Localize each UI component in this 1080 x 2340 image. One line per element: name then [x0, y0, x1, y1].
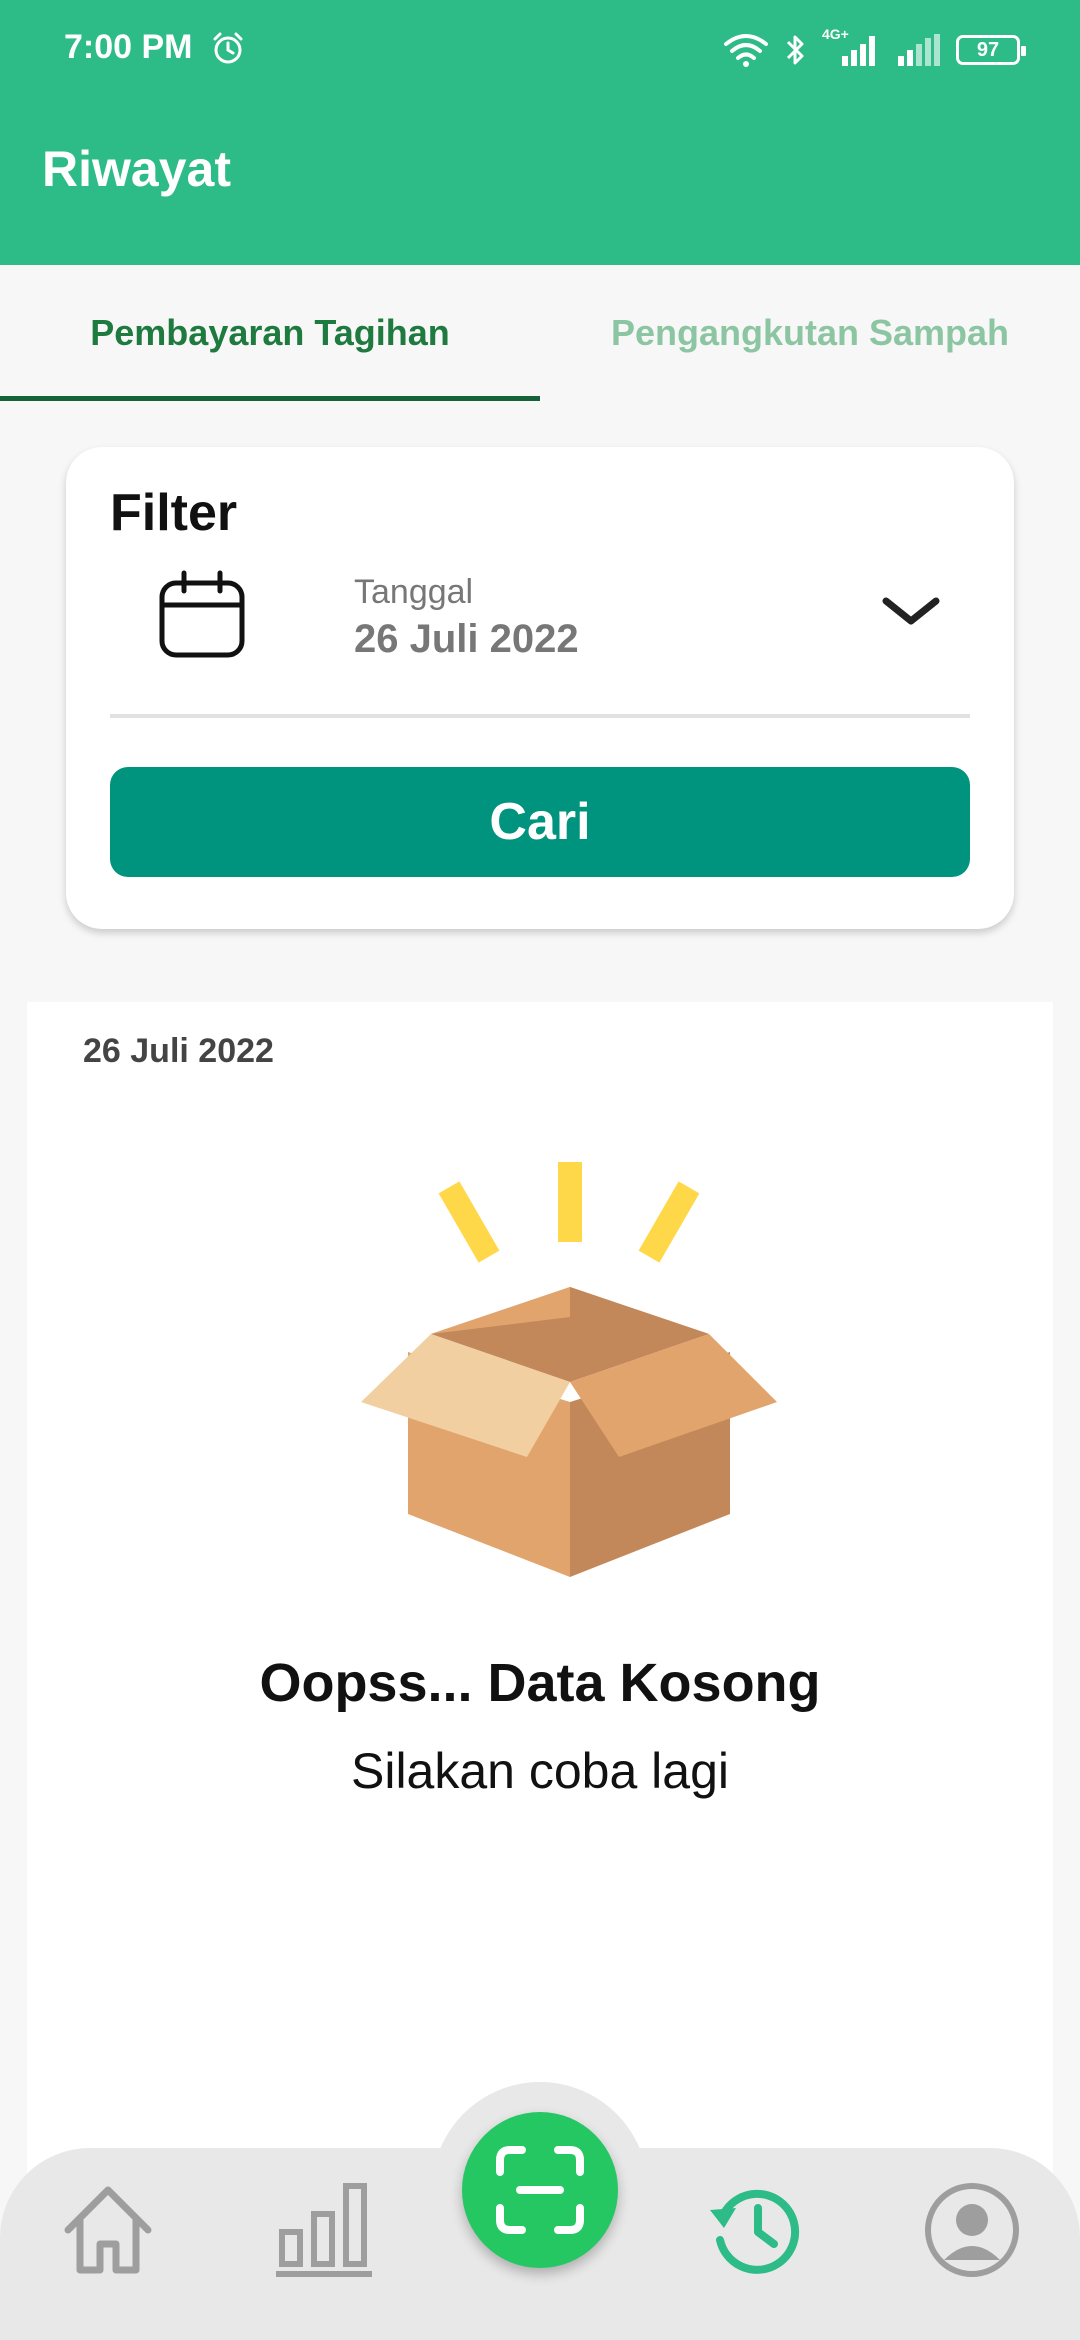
- search-button[interactable]: Cari: [110, 767, 970, 877]
- filter-card: Filter Tanggal 26 Juli 2022 Cari: [66, 447, 1014, 929]
- empty-box-illustration: [361, 1162, 777, 1577]
- stats-icon[interactable]: [274, 2180, 374, 2280]
- filter-title: Filter: [110, 484, 238, 542]
- result-date: 26 Juli 2022: [83, 1032, 274, 1070]
- tab-bar: Pembayaran Tagihan Pengangkutan Sampah: [0, 265, 1080, 401]
- home-icon[interactable]: [58, 2180, 158, 2280]
- bluetooth-icon: [786, 35, 804, 65]
- empty-state-subtitle: Silakan coba lagi: [350, 1743, 730, 1799]
- tab-pembayaran-tagihan[interactable]: Pembayaran Tagihan: [0, 265, 540, 401]
- history-icon[interactable]: [706, 2180, 806, 2280]
- signal-icon: [898, 34, 940, 66]
- battery-icon: 97: [956, 35, 1026, 65]
- tab-pengangkutan-sampah[interactable]: Pengangkutan Sampah: [540, 265, 1080, 401]
- tab-indicator: [0, 396, 540, 401]
- cellular-signal-icon: 4G+: [822, 26, 882, 68]
- scan-button[interactable]: [462, 2112, 618, 2268]
- status-time: 7:00 PM: [64, 28, 193, 66]
- chevron-down-icon[interactable]: [880, 589, 942, 633]
- app-header: 7:00 PM 4G+ 97 Riwayat: [0, 0, 1080, 265]
- date-label: Tanggal: [354, 573, 474, 611]
- profile-icon[interactable]: [922, 2180, 1022, 2280]
- empty-state-title: Oopss... Data Kosong: [259, 1653, 821, 1713]
- battery-level: 97: [976, 38, 1000, 61]
- calendar-icon: [159, 570, 245, 658]
- alarm-icon: [213, 32, 243, 64]
- wifi-icon: [724, 34, 768, 67]
- divider: [110, 714, 970, 718]
- page-title: Riwayat: [42, 141, 231, 197]
- status-icons: 4G+ 97: [722, 26, 1026, 72]
- scan-icon: [496, 2146, 584, 2234]
- date-picker[interactable]: Tanggal 26 Juli 2022: [110, 567, 970, 707]
- date-value: 26 Juli 2022: [354, 617, 579, 661]
